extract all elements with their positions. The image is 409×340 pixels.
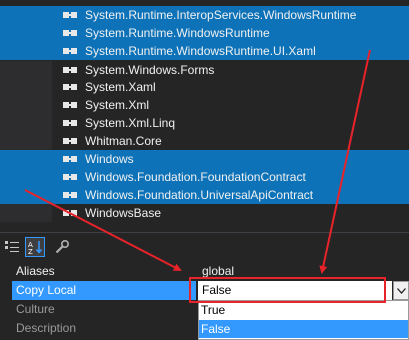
categorized-button[interactable] [2, 237, 22, 257]
references-list[interactable]: System.Runtime.InteropServices.WindowsRu… [0, 0, 409, 230]
reference-item[interactable]: System.Xml [0, 96, 409, 114]
chevron-down-icon [396, 287, 406, 294]
annotation-highlight-box [189, 277, 386, 303]
reference-name: System.Windows.Forms [85, 63, 215, 77]
categorized-icon [5, 241, 19, 252]
reference-icon [63, 11, 77, 20]
row-margin [0, 61, 52, 79]
svg-text:Z: Z [28, 248, 33, 255]
reference-name: WindowsBase [85, 206, 162, 220]
reference-item[interactable]: System.Windows.Forms [0, 61, 409, 79]
reference-name: Whitman.Core [85, 134, 162, 148]
alphabetical-icon: A Z [28, 241, 43, 255]
dropdown-button[interactable] [393, 281, 409, 300]
reference-icon [63, 66, 77, 75]
reference-item[interactable]: System.Xml.Linq [0, 114, 409, 132]
property-name: Aliases [16, 264, 55, 278]
reference-item[interactable]: System.Xaml [0, 78, 409, 96]
reference-item[interactable]: WindowsBase [0, 204, 409, 222]
reference-name: Windows.Foundation.FoundationContract [85, 170, 306, 184]
property-name: Culture [16, 302, 55, 316]
reference-name: System.Xml.Linq [85, 116, 176, 130]
reference-icon [63, 101, 77, 110]
reference-icon [63, 119, 77, 128]
reference-item[interactable]: Windows.Foundation.UniversalApiContract [0, 186, 409, 204]
properties-toolbar: A Z [0, 232, 409, 260]
reference-item[interactable]: System.Runtime.WindowsRuntime.UI.Xaml [0, 42, 409, 60]
reference-icon [63, 209, 77, 218]
reference-item[interactable]: Windows.Foundation.FoundationContract [0, 168, 409, 186]
property-pages-icon [55, 239, 70, 254]
reference-icon [63, 47, 77, 56]
reference-name: System.Runtime.WindowsRuntime [85, 26, 270, 40]
row-margin [0, 114, 52, 132]
row-margin [0, 96, 52, 114]
reference-item[interactable]: System.Runtime.WindowsRuntime [0, 24, 409, 42]
reference-name: System.Xml [85, 98, 150, 112]
reference-item[interactable]: Windows [0, 150, 409, 168]
property-pages-button[interactable] [52, 237, 72, 257]
alphabetical-button[interactable]: A Z [25, 237, 45, 257]
reference-icon [63, 29, 77, 38]
row-margin [0, 78, 52, 96]
reference-icon [63, 137, 77, 146]
reference-name: Windows [85, 152, 134, 166]
row-margin [0, 132, 52, 150]
property-name: Description [16, 321, 77, 335]
reference-icon [63, 155, 77, 164]
reference-name: Windows.Foundation.UniversalApiContract [85, 188, 314, 202]
reference-name: System.Runtime.WindowsRuntime.UI.Xaml [85, 44, 316, 58]
reference-icon [63, 83, 77, 92]
property-name: Copy Local [12, 281, 196, 300]
reference-icon [63, 173, 77, 182]
reference-item[interactable]: System.Runtime.InteropServices.WindowsRu… [0, 6, 409, 24]
option-true[interactable]: True [199, 301, 408, 319]
dropdown-list[interactable]: True False [198, 300, 409, 340]
row-margin [0, 204, 52, 222]
reference-name: System.Xaml [85, 80, 156, 94]
reference-icon [63, 191, 77, 200]
reference-name: System.Runtime.InteropServices.WindowsRu… [85, 8, 357, 22]
reference-item[interactable]: Whitman.Core [0, 132, 409, 150]
option-false[interactable]: False [199, 320, 408, 338]
